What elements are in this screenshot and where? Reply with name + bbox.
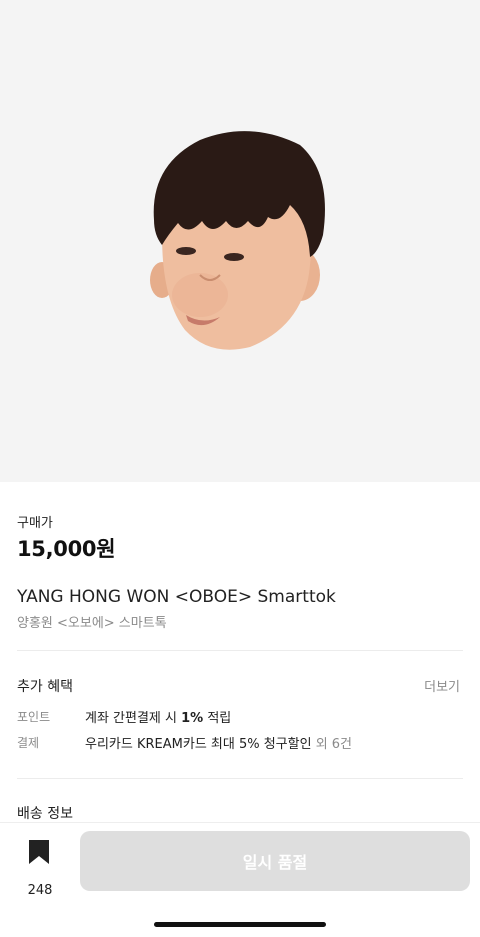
product-subtitle: 양홍원 <오보에> 스마트톡 xyxy=(17,616,167,631)
benefits-more-link[interactable]: 더보기 xyxy=(424,676,460,695)
price-value: 15,000원 xyxy=(17,537,116,561)
benefit-value: 계좌 간편결제 시 1% 적립 xyxy=(85,711,232,726)
product-title: YANG HONG WON <OBOE> Smarttok xyxy=(17,587,336,607)
smarttok-face-image xyxy=(150,131,325,350)
price-label: 구매가 xyxy=(17,516,53,531)
wish-count: 248 xyxy=(27,883,53,898)
benefits-title: 추가 혜택 xyxy=(17,679,73,695)
benefit-key: 결제 xyxy=(17,736,40,750)
bottom-action-bar: 248 일시 품절 xyxy=(0,822,480,937)
product-image[interactable] xyxy=(0,0,480,482)
bookmark-icon xyxy=(29,840,49,864)
benefit-value: 우리카드 KREAM카드 최대 5% 청구할인 외 6건 xyxy=(85,737,353,752)
divider xyxy=(17,650,463,651)
sold-out-button[interactable]: 일시 품절 xyxy=(80,831,470,891)
shipping-title: 배송 정보 xyxy=(17,806,73,822)
wish-button[interactable]: 248 xyxy=(20,839,60,898)
home-indicator xyxy=(154,922,326,927)
benefit-key: 포인트 xyxy=(17,710,51,724)
divider xyxy=(17,778,463,779)
